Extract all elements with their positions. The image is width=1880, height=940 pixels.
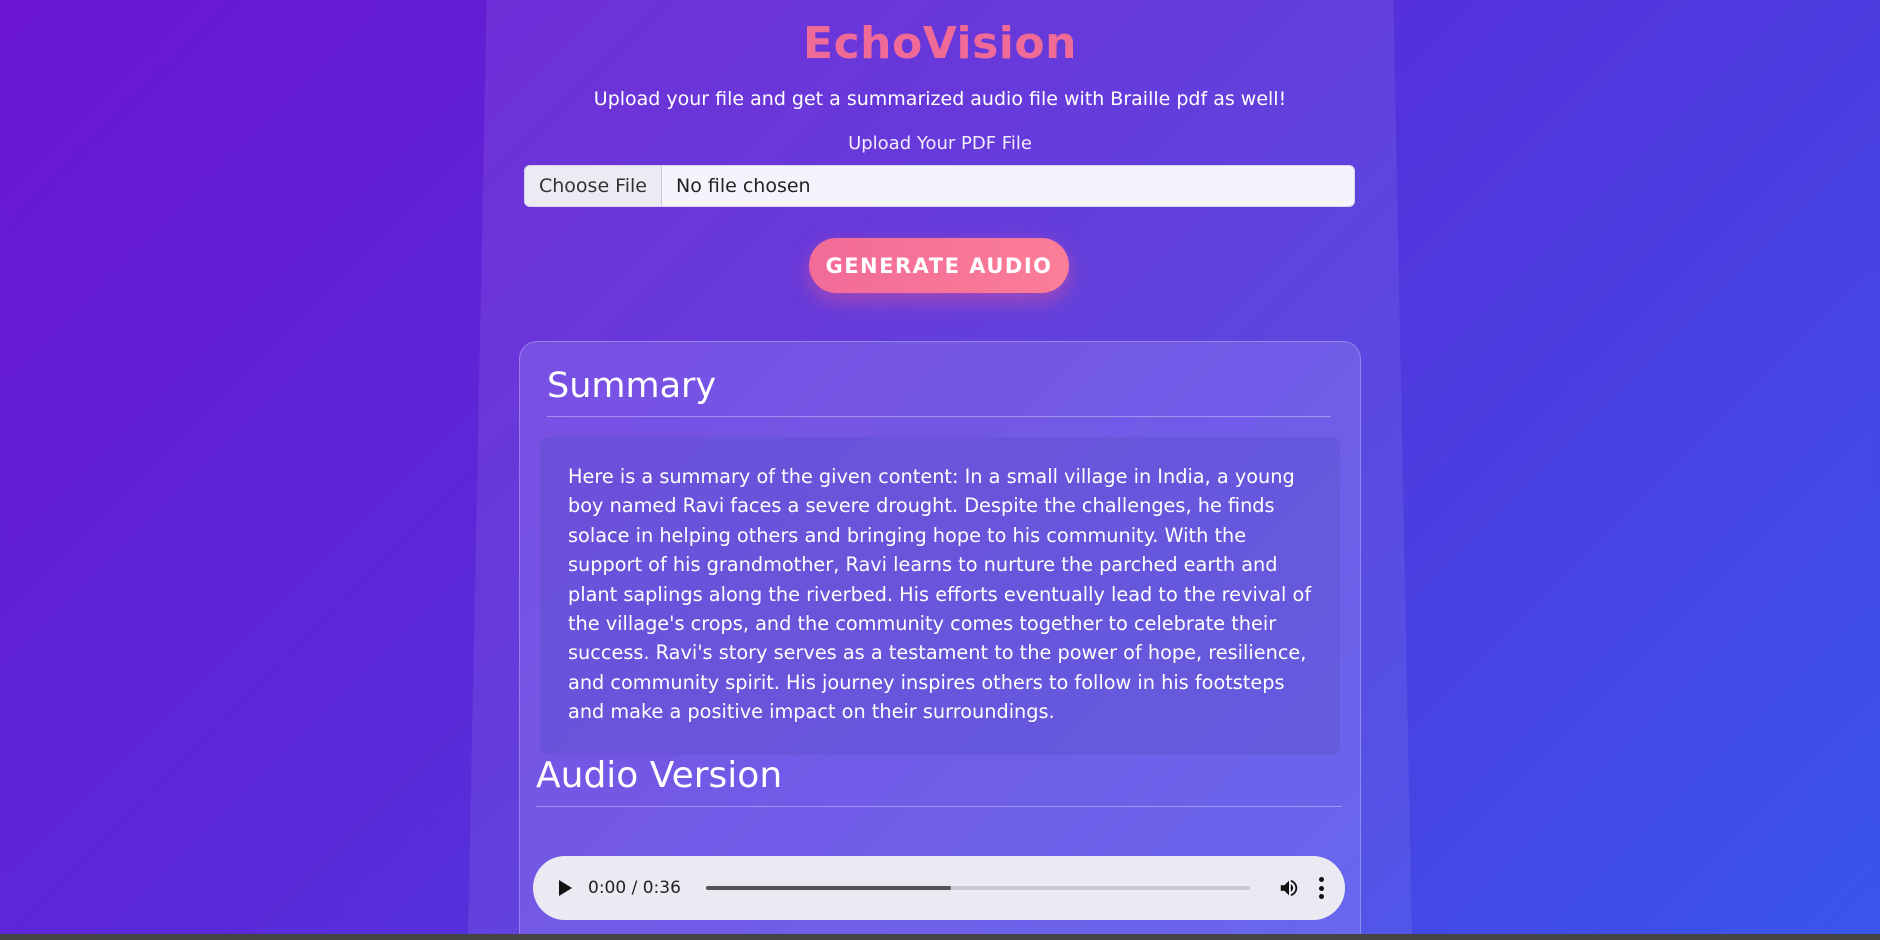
- audio-heading: Audio Version: [536, 755, 783, 796]
- bottom-edge: [0, 934, 1880, 940]
- app-subtitle: Upload your file and get a summarized au…: [593, 88, 1287, 110]
- summary-heading: Summary: [547, 366, 717, 406]
- more-vertical-icon[interactable]: [1318, 877, 1324, 899]
- file-input[interactable]: Choose File No file chosen: [524, 165, 1355, 207]
- audio-time: 0:00 / 0:36: [588, 878, 681, 898]
- choose-file-button[interactable]: Choose File: [525, 166, 662, 206]
- summary-divider: [547, 416, 1331, 417]
- generate-audio-button[interactable]: GENERATE AUDIO: [809, 238, 1069, 293]
- play-icon[interactable]: [559, 880, 572, 896]
- app-title: EchoVision: [803, 18, 1077, 69]
- summary-text: Here is a summary of the given content: …: [568, 465, 1312, 724]
- upload-label: Upload Your PDF File: [848, 133, 1032, 154]
- audio-progress-fill: [706, 886, 951, 890]
- file-status-text: No file chosen: [675, 175, 811, 197]
- audio-divider: [536, 806, 1342, 807]
- volume-icon[interactable]: [1278, 877, 1300, 899]
- audio-progress-bar[interactable]: [706, 886, 1250, 890]
- audio-player[interactable]: 0:00 / 0:36: [533, 856, 1345, 920]
